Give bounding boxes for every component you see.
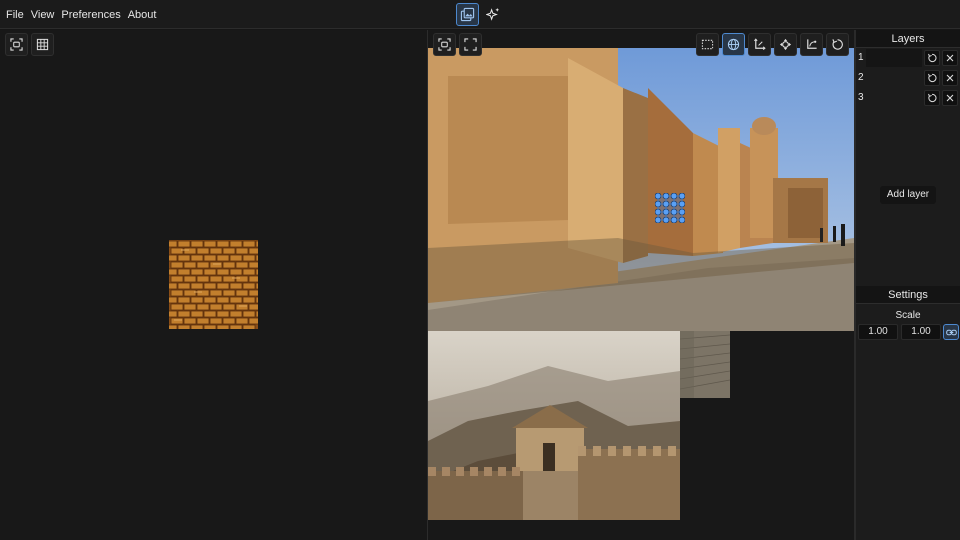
reset-icon (832, 39, 843, 50)
brick-texture-image (169, 240, 258, 329)
menu-view[interactable]: View (31, 9, 55, 21)
great-wall-photo (428, 331, 680, 520)
menu-about[interactable]: About (128, 9, 157, 21)
menu-bar: File View Preferences About (0, 0, 960, 29)
layer-delete-button[interactable] (942, 70, 958, 86)
mosque-wall-illustration (428, 48, 854, 331)
transform-rotate-button[interactable] (774, 33, 797, 56)
image-composite-mode-button[interactable] (456, 3, 479, 26)
wall-crop-photo (680, 331, 730, 398)
layer-label: 1 (858, 52, 864, 63)
close-icon (946, 94, 954, 102)
layer-delete-button[interactable] (942, 90, 958, 106)
fit-view-icon (438, 38, 451, 51)
layer-reset-button[interactable] (924, 50, 940, 66)
scale-x-field[interactable]: 1.00 (858, 324, 898, 340)
grid-icon (36, 38, 49, 51)
grid-toggle-button[interactable] (31, 33, 54, 56)
layer-delete-button[interactable] (942, 50, 958, 66)
link-icon (945, 329, 957, 335)
texture-view[interactable] (0, 30, 427, 540)
scale-label: Scale (895, 310, 921, 321)
fit-view-icon (10, 38, 23, 51)
reset-icon (928, 73, 937, 83)
perspective-corner-button[interactable] (748, 33, 771, 56)
reset-icon (928, 53, 937, 63)
great-wall-illustration (428, 331, 680, 520)
ai-mode-button[interactable] (482, 3, 505, 26)
layer-reset-button[interactable] (924, 90, 940, 106)
side-panel: Layers 1 2 3 Add layer Settings Scale 1.… (856, 30, 960, 540)
reset-icon (928, 93, 937, 103)
rotate-arrows-icon (779, 38, 792, 51)
warp-control-grid[interactable] (655, 193, 685, 223)
layer-reset-button[interactable] (924, 70, 940, 86)
rectangle-select-button[interactable] (696, 33, 719, 56)
globe-icon (727, 38, 740, 51)
layer-row-3[interactable]: 3 (856, 89, 960, 107)
curve-corner-button[interactable] (800, 33, 823, 56)
reset-transform-button[interactable] (826, 33, 849, 56)
settings-header: Settings (856, 286, 960, 304)
layer-label: 2 (858, 72, 864, 83)
layers-header: Layers (856, 30, 960, 48)
scale-y-field[interactable]: 1.00 (901, 324, 941, 340)
add-layer-button[interactable]: Add layer (880, 186, 936, 204)
layer-row-2[interactable]: 2 (856, 69, 960, 87)
axis-corner-icon (754, 38, 766, 50)
close-icon (946, 54, 954, 62)
left-fit-view-button[interactable] (5, 33, 28, 56)
layer-selection-bar[interactable] (866, 49, 922, 67)
fullscreen-icon (464, 38, 477, 51)
rectangle-select-icon (701, 39, 714, 50)
link-scale-button[interactable] (943, 324, 959, 340)
main-menu: File View Preferences About (6, 0, 156, 29)
canvas-fit-view-button[interactable] (433, 33, 456, 56)
curve-corner-icon (807, 39, 817, 49)
close-icon (946, 74, 954, 82)
image-composite-icon (460, 7, 475, 22)
wall-crop-illustration (680, 331, 730, 398)
mosque-wall-photo (428, 48, 854, 331)
menu-file[interactable]: File (6, 9, 24, 21)
fullscreen-button[interactable] (459, 33, 482, 56)
layer-row-1[interactable]: 1 (856, 49, 960, 67)
menu-preferences[interactable]: Preferences (61, 9, 120, 21)
brick-pattern (169, 240, 258, 329)
warp-sphere-button[interactable] (722, 33, 745, 56)
sparkles-icon (486, 7, 500, 21)
canvas-view[interactable] (428, 30, 854, 540)
layer-label: 3 (858, 92, 864, 103)
